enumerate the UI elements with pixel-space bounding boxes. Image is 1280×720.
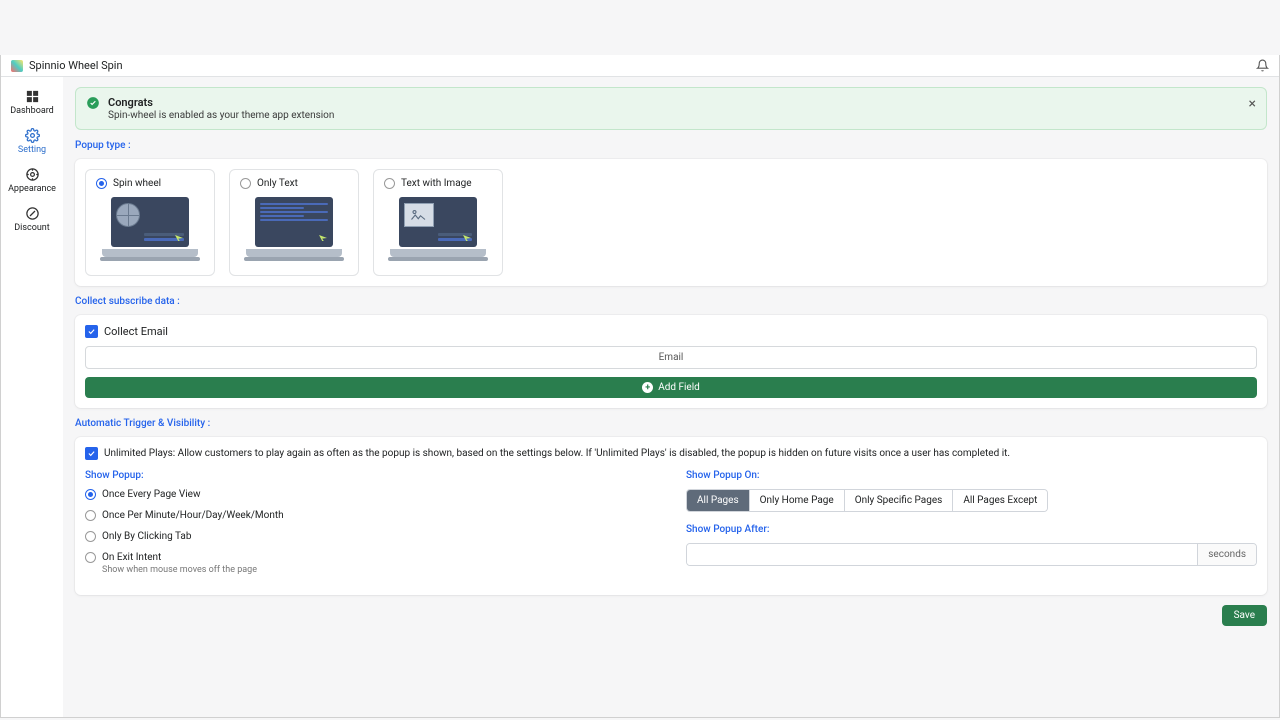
radio-desc: Show when mouse moves off the page <box>102 565 257 575</box>
popup-type-heading: Popup type : <box>75 140 1267 151</box>
app-title: Spinnio Wheel Spin <box>29 59 123 72</box>
radio-icon <box>85 552 96 563</box>
sidebar-item-setting[interactable]: Setting <box>1 122 63 161</box>
segmented-show-on: All Pages Only Home Page Only Specific P… <box>686 489 1048 512</box>
sidebar-item-label: Discount <box>14 223 49 233</box>
bell-icon[interactable] <box>1256 59 1269 72</box>
check-icon <box>87 449 96 458</box>
radio-once-per-interval[interactable]: Once Per Minute/Hour/Day/Week/Month <box>85 510 656 521</box>
sidebar-item-label: Appearance <box>8 184 56 194</box>
show-popup-on-heading: Show Popup On: <box>686 470 1257 481</box>
popup-type-label: Text with Image <box>401 178 472 189</box>
show-popup-after-heading: Show Popup After: <box>686 524 1257 535</box>
radio-icon <box>96 178 107 189</box>
sidebar-item-dashboard[interactable]: Dashboard <box>1 83 63 122</box>
popup-type-text-image[interactable]: Text with Image <box>373 169 503 276</box>
popup-type-card: Spin wheel <box>75 159 1267 286</box>
popup-type-label: Only Text <box>257 178 298 189</box>
success-banner: Congrats Spin-wheel is enabled as your t… <box>75 87 1267 130</box>
radio-label: Only By Clicking Tab <box>102 531 192 542</box>
save-button[interactable]: Save <box>1222 605 1267 626</box>
banner-desc: Spin-wheel is enabled as your theme app … <box>108 110 334 121</box>
trigger-card: Unlimited Plays: Allow customers to play… <box>75 437 1267 595</box>
radio-icon <box>85 489 96 500</box>
sidebar-item-appearance[interactable]: Appearance <box>1 161 63 200</box>
text-image-illustration <box>388 197 488 265</box>
trigger-heading: Automatic Trigger & Visibility : <box>75 418 1267 429</box>
add-field-label: Add Field <box>658 382 700 393</box>
show-popup-heading: Show Popup: <box>85 470 656 481</box>
radio-once-every-page[interactable]: Once Every Page View <box>85 489 656 500</box>
plus-circle-icon: + <box>642 382 653 393</box>
checkbox-collect-email[interactable] <box>85 325 98 338</box>
top-bar: Spinnio Wheel Spin <box>1 55 1279 77</box>
app-logo-icon <box>11 60 23 72</box>
seg-all-pages[interactable]: All Pages <box>687 490 750 511</box>
check-circle-icon <box>86 96 100 110</box>
radio-label: Once Every Page View <box>102 489 200 500</box>
seg-home-page[interactable]: Only Home Page <box>750 490 845 511</box>
add-field-button[interactable]: + Add Field <box>85 377 1257 398</box>
close-icon[interactable]: × <box>1249 96 1256 112</box>
radio-icon <box>240 178 251 189</box>
spin-wheel-illustration <box>100 197 200 265</box>
seconds-input[interactable] <box>687 544 1197 565</box>
collect-data-heading: Collect subscribe data : <box>75 296 1267 307</box>
only-text-illustration <box>244 197 344 265</box>
radio-icon <box>384 178 395 189</box>
email-field[interactable]: Email <box>85 346 1257 369</box>
unlimited-plays-desc: Unlimited Plays: Allow customers to play… <box>104 448 1010 459</box>
collect-email-label: Collect Email <box>104 325 168 338</box>
seg-specific-pages[interactable]: Only Specific Pages <box>845 490 954 511</box>
seg-all-except[interactable]: All Pages Except <box>953 490 1047 511</box>
checkbox-unlimited-plays[interactable] <box>85 447 98 460</box>
seconds-input-group: seconds <box>686 543 1257 566</box>
image-icon <box>409 209 429 221</box>
appearance-icon <box>25 167 40 182</box>
check-icon <box>87 327 96 336</box>
radio-label: On Exit Intent <box>102 552 257 563</box>
radio-icon <box>85 531 96 542</box>
gear-icon <box>25 128 40 143</box>
discount-icon <box>25 206 40 221</box>
sidebar: Dashboard Setting Appearance Discount <box>1 77 63 717</box>
popup-type-only-text[interactable]: Only Text <box>229 169 359 276</box>
banner-title: Congrats <box>108 96 334 109</box>
radio-label: Once Per Minute/Hour/Day/Week/Month <box>102 510 284 521</box>
dashboard-icon <box>25 89 40 104</box>
radio-exit-intent[interactable]: On Exit Intent Show when mouse moves off… <box>85 552 656 575</box>
sidebar-item-label: Dashboard <box>10 106 54 116</box>
sidebar-item-discount[interactable]: Discount <box>1 200 63 239</box>
popup-type-label: Spin wheel <box>113 178 161 189</box>
collect-data-card: Collect Email Email + Add Field <box>75 315 1267 408</box>
seconds-suffix: seconds <box>1197 544 1256 565</box>
popup-type-spin-wheel[interactable]: Spin wheel <box>85 169 215 276</box>
radio-icon <box>85 510 96 521</box>
radio-click-tab[interactable]: Only By Clicking Tab <box>85 531 656 542</box>
sidebar-item-label: Setting <box>18 145 46 155</box>
